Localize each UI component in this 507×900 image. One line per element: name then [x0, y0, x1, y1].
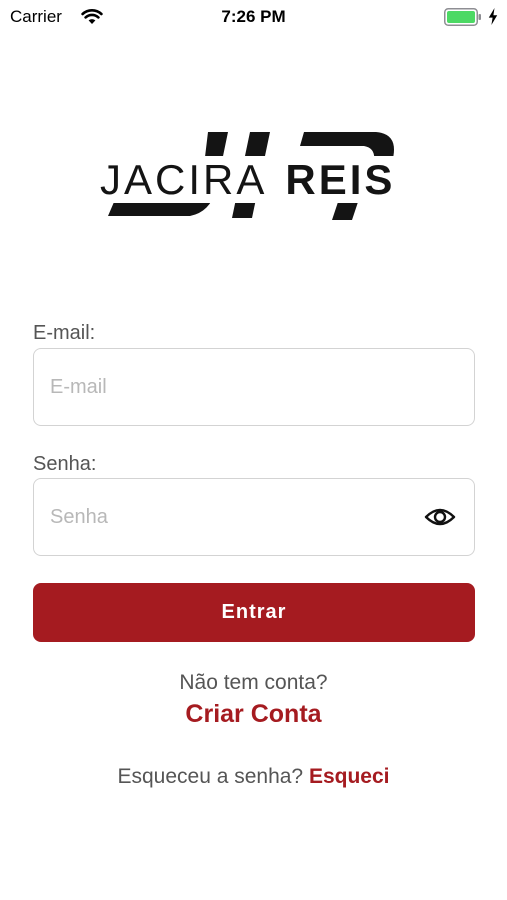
battery-icon	[444, 8, 481, 26]
password-label: Senha:	[33, 453, 97, 475]
forgot-password-text: Esqueceu a senha?	[117, 765, 304, 788]
forgot-password-link[interactable]: Esqueci	[309, 765, 390, 788]
charging-bolt-icon	[488, 8, 498, 25]
email-label: E-mail:	[33, 322, 96, 344]
status-time: 7:26 PM	[221, 7, 286, 26]
no-account-text: Não tem conta?	[179, 671, 328, 694]
login-button[interactable]: Entrar	[33, 583, 475, 642]
login-screen: Carrier 7:26 PM JACIRA REIS E-mail: E-ma…	[0, 0, 507, 900]
status-bar: Carrier 7:26 PM	[0, 0, 507, 34]
logo-last-name: REIS	[281, 156, 400, 203]
eye-icon[interactable]	[424, 505, 456, 529]
logo-first-name: JACIRA	[100, 156, 272, 203]
brand-logo: JACIRA REIS	[100, 128, 410, 228]
logo-wordmark: JACIRA REIS	[100, 156, 410, 203]
email-field-box[interactable]	[33, 348, 475, 426]
create-account-link[interactable]: Criar Conta	[0, 700, 507, 729]
password-field-box[interactable]	[33, 478, 475, 556]
password-input[interactable]	[50, 479, 420, 555]
email-input[interactable]	[50, 349, 420, 425]
forgot-password-row: Esqueceu a senha? Esqueci	[0, 765, 507, 789]
